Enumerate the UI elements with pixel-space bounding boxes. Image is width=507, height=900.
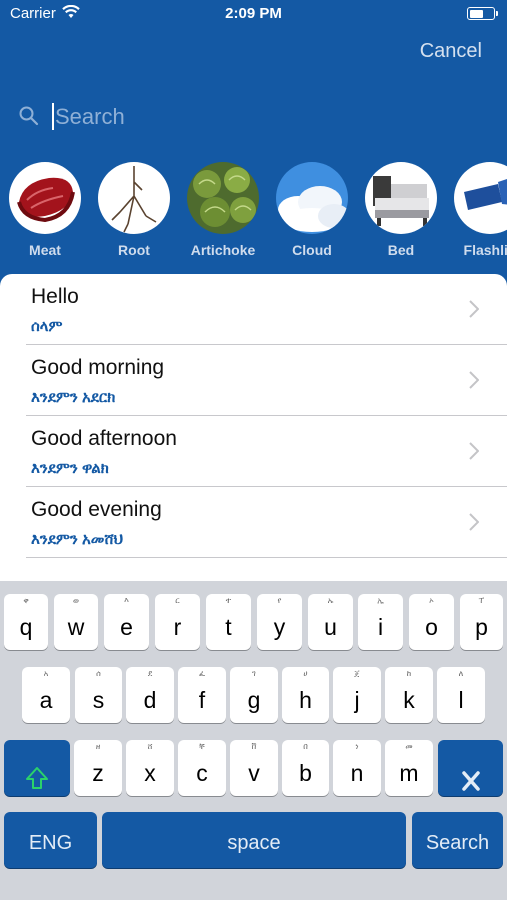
- key-c[interactable]: ቸc: [178, 740, 226, 796]
- key-r[interactable]: ርr: [155, 594, 200, 650]
- key-i[interactable]: ኢi: [358, 594, 403, 650]
- key-q[interactable]: ቀq: [4, 594, 48, 650]
- phrase-list: Hello ሰላም Good morning እንደምን አደርክ Good a…: [0, 274, 507, 584]
- delete-key[interactable]: [438, 740, 503, 796]
- delete-x-icon: [461, 740, 481, 813]
- list-item[interactable]: Hello ሰላም: [0, 274, 507, 345]
- list-item[interactable]: Good afternoon እንደምን ዋልክ: [0, 416, 507, 487]
- phrase-english: Good afternoon: [31, 427, 177, 450]
- search-bar[interactable]: [18, 100, 488, 134]
- key-u[interactable]: ኡu: [308, 594, 353, 650]
- key-d[interactable]: ደd: [126, 667, 174, 723]
- meat-photo-icon: [9, 162, 81, 234]
- key-h[interactable]: ሀh: [282, 667, 329, 723]
- category-carousel[interactable]: Meat Root Artichoke Cloud Bed Flashlig: [0, 162, 507, 262]
- category-label: Meat: [29, 242, 61, 258]
- phrase-english: Good morning: [31, 356, 165, 379]
- key-e[interactable]: እe: [104, 594, 149, 650]
- list-item[interactable]: Good morning እንደምን አደርክ: [0, 345, 507, 416]
- key-t[interactable]: ተt: [206, 594, 251, 650]
- key-m[interactable]: መm: [385, 740, 433, 796]
- key-x[interactable]: ሸx: [126, 740, 174, 796]
- key-g[interactable]: ገg: [230, 667, 278, 723]
- key-v[interactable]: ቨv: [230, 740, 278, 796]
- category-artichoke[interactable]: Artichoke: [186, 162, 260, 258]
- category-label: Artichoke: [190, 242, 256, 258]
- key-b[interactable]: በb: [282, 740, 329, 796]
- category-cloud[interactable]: Cloud: [275, 162, 349, 258]
- key-o[interactable]: ኦo: [409, 594, 454, 650]
- chevron-right-icon: [469, 371, 480, 394]
- phrase-amharic: እንደምን ዋልክ: [31, 460, 109, 477]
- category-label: Cloud: [292, 242, 332, 258]
- key-j[interactable]: ጀj: [333, 667, 381, 723]
- key-n[interactable]: ነn: [333, 740, 381, 796]
- chevron-right-icon: [469, 442, 480, 465]
- chevron-right-icon: [469, 513, 480, 536]
- list-item[interactable]: Good evening እንደምን አመሸህ: [0, 487, 507, 558]
- keyboard: ቀq ወw እe ርr ተt የy ኡu ኢi ኦo ፐp አa ሰs ደd ፈ…: [0, 581, 507, 900]
- key-a[interactable]: አa: [22, 667, 70, 723]
- space-key[interactable]: space: [102, 812, 406, 868]
- key-k[interactable]: ከk: [385, 667, 433, 723]
- cloud-photo-icon: [276, 162, 348, 234]
- category-flashlight[interactable]: Flashlig: [453, 162, 507, 258]
- phrase-english: Good evening: [31, 498, 162, 521]
- battery-icon: [467, 7, 498, 20]
- language-key[interactable]: ENG: [4, 812, 97, 868]
- search-key[interactable]: Search: [412, 812, 503, 868]
- key-l[interactable]: ለl: [437, 667, 485, 723]
- category-label: Root: [118, 242, 150, 258]
- key-z[interactable]: ዘz: [74, 740, 122, 796]
- category-bed[interactable]: Bed: [364, 162, 438, 258]
- category-label: Flashlig: [463, 242, 507, 258]
- search-icon: [18, 105, 40, 132]
- shift-key[interactable]: [4, 740, 70, 796]
- divider: [26, 557, 507, 558]
- phrase-english: Hello: [31, 285, 79, 308]
- status-bar: Carrier 2:09 PM: [0, 0, 507, 30]
- cancel-button[interactable]: Cancel: [420, 40, 482, 63]
- key-w[interactable]: ወw: [54, 594, 98, 650]
- key-y[interactable]: የy: [257, 594, 302, 650]
- text-cursor: [52, 103, 54, 130]
- root-photo-icon: [98, 162, 170, 234]
- phrase-amharic: ሰላም: [31, 318, 63, 335]
- clock-time: 2:09 PM: [225, 5, 282, 22]
- phrase-amharic: እንደምን አደርክ: [31, 389, 116, 406]
- key-f[interactable]: ፈf: [178, 667, 226, 723]
- category-label: Bed: [387, 242, 415, 258]
- chevron-right-icon: [469, 300, 480, 323]
- shift-arrow-icon: [25, 740, 49, 811]
- artichoke-photo-icon: [187, 162, 259, 234]
- phrase-amharic: እንደምን አመሸህ: [31, 531, 124, 548]
- category-meat[interactable]: Meat: [8, 162, 82, 258]
- category-root[interactable]: Root: [97, 162, 171, 258]
- flashlight-photo-icon: [454, 162, 507, 234]
- bed-photo-icon: [365, 162, 437, 234]
- key-p[interactable]: ፐp: [460, 594, 503, 650]
- key-s[interactable]: ሰs: [75, 667, 122, 723]
- search-input[interactable]: [55, 100, 475, 134]
